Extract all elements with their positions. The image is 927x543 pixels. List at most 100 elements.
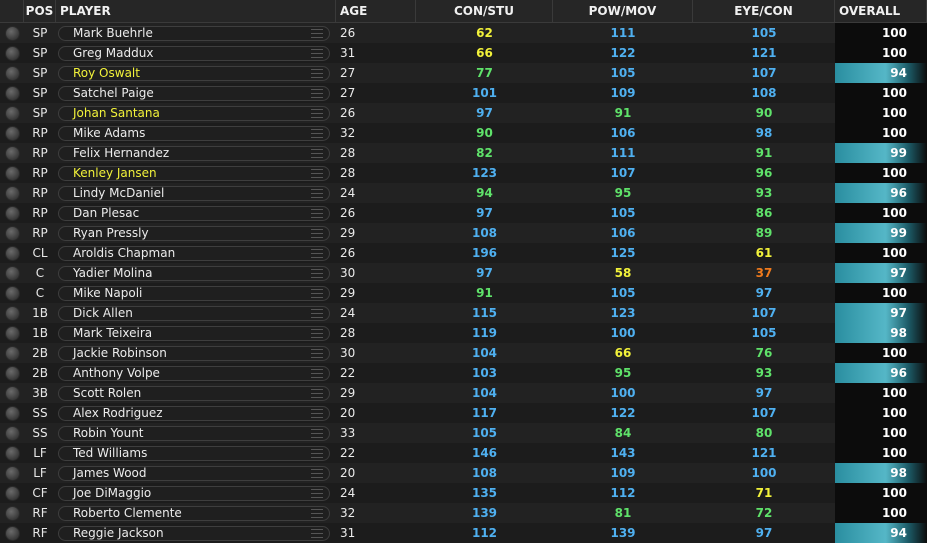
menu-icon[interactable]	[311, 208, 323, 218]
player-name-button[interactable]: Dick Allen	[58, 305, 330, 321]
table-row[interactable]: SP Roy Oswalt 27 77 105 107 94	[0, 63, 927, 83]
row-select-radio[interactable]	[4, 465, 20, 481]
row-select-radio[interactable]	[4, 285, 20, 301]
player-name-button[interactable]: Anthony Volpe	[58, 365, 330, 381]
table-row[interactable]: SS Alex Rodriguez 20 117 122 107 100	[0, 403, 927, 423]
table-row[interactable]: RP Kenley Jansen 28 123 107 96 100	[0, 163, 927, 183]
row-select-radio[interactable]	[4, 45, 20, 61]
menu-icon[interactable]	[311, 368, 323, 378]
player-name-button[interactable]: Kenley Jansen	[58, 165, 330, 181]
table-row[interactable]: 1B Dick Allen 24 115 123 107 97	[0, 303, 927, 323]
menu-icon[interactable]	[311, 168, 323, 178]
row-select-radio[interactable]	[4, 365, 20, 381]
table-row[interactable]: RP Mike Adams 32 90 106 98 100	[0, 123, 927, 143]
row-select-radio[interactable]	[4, 245, 20, 261]
table-row[interactable]: CL Aroldis Chapman 26 196 125 61 100	[0, 243, 927, 263]
player-name-button[interactable]: Johan Santana	[58, 105, 330, 121]
overall-column-header[interactable]: OVERALL	[835, 0, 927, 22]
row-select-radio[interactable]	[4, 345, 20, 361]
row-select-radio[interactable]	[4, 445, 20, 461]
row-select-radio[interactable]	[4, 405, 20, 421]
table-row[interactable]: 1B Mark Teixeira 28 119 100 105 98	[0, 323, 927, 343]
row-select-radio[interactable]	[4, 105, 20, 121]
player-column-header[interactable]: PLAYER	[56, 0, 336, 22]
row-select-radio[interactable]	[4, 85, 20, 101]
row-select-radio[interactable]	[4, 265, 20, 281]
player-name-button[interactable]: Mark Buehrle	[58, 25, 330, 41]
menu-icon[interactable]	[311, 408, 323, 418]
eye-con-column-header[interactable]: EYE/CON	[693, 0, 835, 22]
menu-icon[interactable]	[311, 228, 323, 238]
player-name-button[interactable]: Mike Napoli	[58, 285, 330, 301]
player-name-button[interactable]: Satchel Paige	[58, 85, 330, 101]
menu-icon[interactable]	[311, 188, 323, 198]
age-column-header[interactable]: AGE	[336, 0, 416, 22]
menu-icon[interactable]	[311, 328, 323, 338]
menu-icon[interactable]	[311, 448, 323, 458]
player-name-button[interactable]: Ted Williams	[58, 445, 330, 461]
row-select-radio[interactable]	[4, 125, 20, 141]
player-name-button[interactable]: Yadier Molina	[58, 265, 330, 281]
menu-icon[interactable]	[311, 248, 323, 258]
menu-icon[interactable]	[311, 308, 323, 318]
table-row[interactable]: RF Reggie Jackson 31 112 139 97 94	[0, 523, 927, 543]
con-stu-column-header[interactable]: CON/STU	[416, 0, 553, 22]
menu-icon[interactable]	[311, 268, 323, 278]
menu-icon[interactable]	[311, 148, 323, 158]
row-select-radio[interactable]	[4, 165, 20, 181]
row-select-radio[interactable]	[4, 205, 20, 221]
table-row[interactable]: LF James Wood 20 108 109 100 98	[0, 463, 927, 483]
player-name-button[interactable]: Dan Plesac	[58, 205, 330, 221]
player-name-button[interactable]: Roberto Clemente	[58, 505, 330, 521]
menu-icon[interactable]	[311, 288, 323, 298]
table-row[interactable]: RP Lindy McDaniel 24 94 95 93 96	[0, 183, 927, 203]
table-row[interactable]: 3B Scott Rolen 29 104 100 97 100	[0, 383, 927, 403]
table-row[interactable]: C Mike Napoli 29 91 105 97 100	[0, 283, 927, 303]
table-row[interactable]: SP Satchel Paige 27 101 109 108 100	[0, 83, 927, 103]
table-row[interactable]: SP Mark Buehrle 26 62 111 105 100	[0, 23, 927, 43]
table-row[interactable]: LF Ted Williams 22 146 143 121 100	[0, 443, 927, 463]
player-name-button[interactable]: Aroldis Chapman	[58, 245, 330, 261]
menu-icon[interactable]	[311, 68, 323, 78]
player-name-button[interactable]: Reggie Jackson	[58, 525, 330, 541]
menu-icon[interactable]	[311, 28, 323, 38]
table-row[interactable]: RP Ryan Pressly 29 108 106 89 99	[0, 223, 927, 243]
row-select-radio[interactable]	[4, 305, 20, 321]
row-select-radio[interactable]	[4, 485, 20, 501]
menu-icon[interactable]	[311, 128, 323, 138]
table-row[interactable]: 2B Jackie Robinson 30 104 66 76 100	[0, 343, 927, 363]
menu-icon[interactable]	[311, 468, 323, 478]
player-name-button[interactable]: Scott Rolen	[58, 385, 330, 401]
table-row[interactable]: RF Roberto Clemente 32 139 81 72 100	[0, 503, 927, 523]
menu-icon[interactable]	[311, 388, 323, 398]
row-select-radio[interactable]	[4, 25, 20, 41]
player-name-button[interactable]: James Wood	[58, 465, 330, 481]
pow-mov-column-header[interactable]: POW/MOV	[553, 0, 693, 22]
table-row[interactable]: RP Dan Plesac 26 97 105 86 100	[0, 203, 927, 223]
table-row[interactable]: 2B Anthony Volpe 22 103 95 93 96	[0, 363, 927, 383]
menu-icon[interactable]	[311, 528, 323, 538]
player-name-button[interactable]: Joe DiMaggio	[58, 485, 330, 501]
player-name-button[interactable]: Greg Maddux	[58, 45, 330, 61]
menu-icon[interactable]	[311, 348, 323, 358]
menu-icon[interactable]	[311, 88, 323, 98]
menu-icon[interactable]	[311, 488, 323, 498]
menu-icon[interactable]	[311, 108, 323, 118]
row-select-radio[interactable]	[4, 145, 20, 161]
player-name-button[interactable]: Lindy McDaniel	[58, 185, 330, 201]
row-select-radio[interactable]	[4, 225, 20, 241]
menu-icon[interactable]	[311, 48, 323, 58]
player-name-button[interactable]: Felix Hernandez	[58, 145, 330, 161]
player-name-button[interactable]: Robin Yount	[58, 425, 330, 441]
table-row[interactable]: SS Robin Yount 33 105 84 80 100	[0, 423, 927, 443]
player-name-button[interactable]: Alex Rodriguez	[58, 405, 330, 421]
row-select-radio[interactable]	[4, 525, 20, 541]
table-row[interactable]: RP Felix Hernandez 28 82 111 91 99	[0, 143, 927, 163]
row-select-radio[interactable]	[4, 65, 20, 81]
row-select-radio[interactable]	[4, 185, 20, 201]
table-row[interactable]: SP Johan Santana 26 97 91 90 100	[0, 103, 927, 123]
player-name-button[interactable]: Mike Adams	[58, 125, 330, 141]
player-name-button[interactable]: Mark Teixeira	[58, 325, 330, 341]
row-select-radio[interactable]	[4, 385, 20, 401]
table-row[interactable]: CF Joe DiMaggio 24 135 112 71 100	[0, 483, 927, 503]
